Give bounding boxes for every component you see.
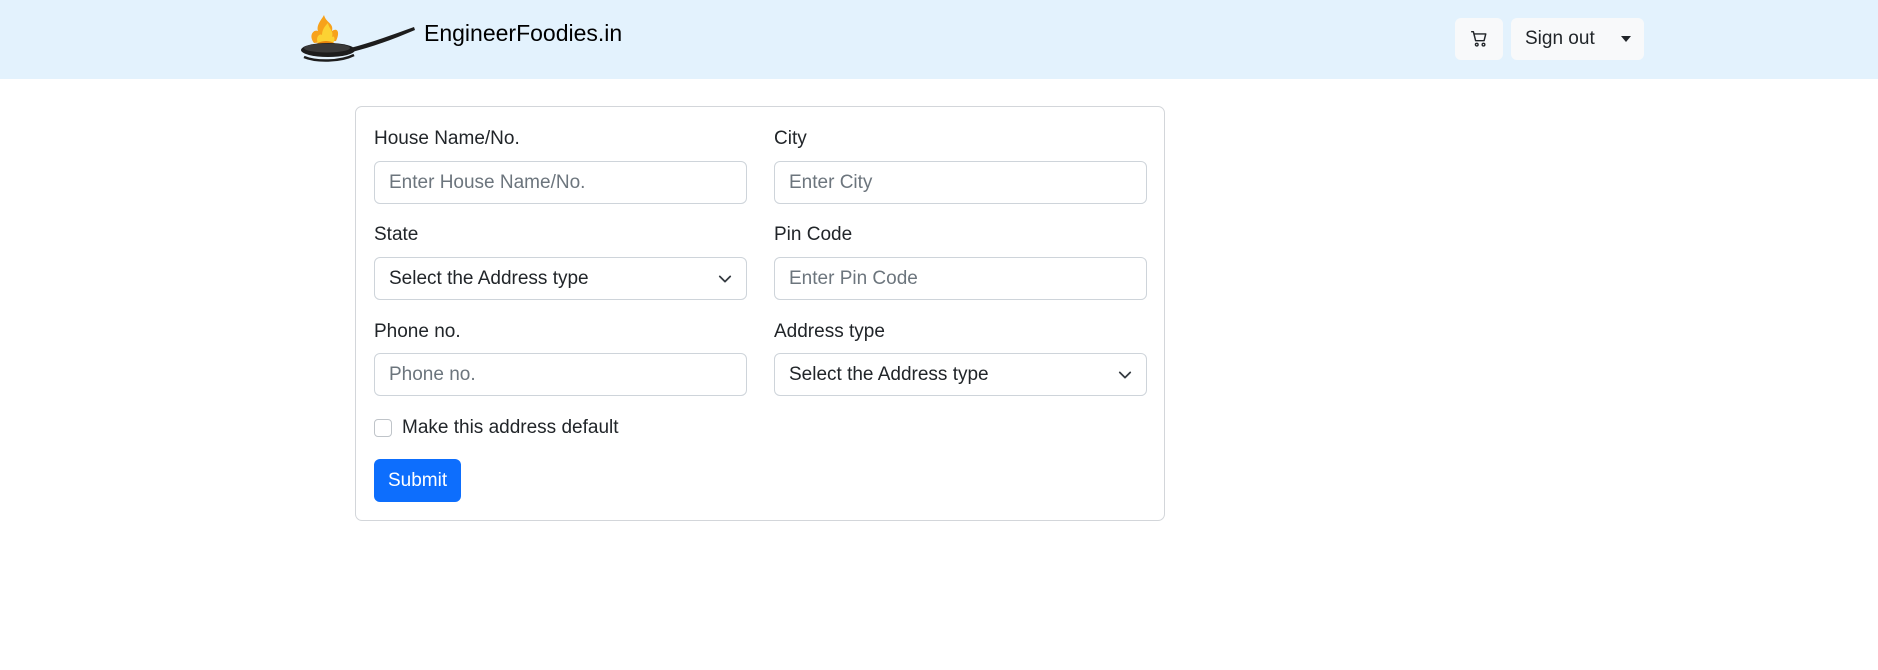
default-address-checkbox[interactable]: [374, 419, 392, 437]
address-form-card: House Name/No. City State Select the Add…: [355, 106, 1165, 521]
caret-down-icon: [1621, 36, 1632, 42]
state-label: State: [374, 224, 419, 245]
address-type-label: Address type: [774, 321, 885, 342]
user-menu-group: Sign out: [1511, 18, 1644, 60]
pincode-label: Pin Code: [774, 224, 853, 245]
brand-link[interactable]: EngineerFoodies.in: [300, 13, 622, 63]
house-label: House Name/No.: [374, 128, 520, 149]
user-menu-dropdown-toggle[interactable]: [1609, 18, 1644, 60]
chevron-down-icon: [1118, 371, 1132, 379]
address-type-select-value: Select the Address type: [789, 363, 989, 385]
chevron-down-icon: [718, 275, 732, 283]
city-label: City: [774, 128, 807, 149]
state-select-value: Select the Address type: [389, 267, 589, 289]
house-name-input[interactable]: [374, 161, 747, 204]
pincode-input[interactable]: [774, 257, 1147, 300]
phone-label: Phone no.: [374, 321, 461, 342]
city-input[interactable]: [774, 161, 1147, 204]
logo-icon: [301, 15, 415, 62]
submit-button[interactable]: Submit: [374, 459, 462, 502]
sign-out-button[interactable]: Sign out: [1511, 18, 1609, 60]
default-address-label[interactable]: Make this address default: [402, 417, 619, 439]
brand-name: EngineerFoodies.in: [424, 20, 623, 46]
cart-button[interactable]: [1455, 18, 1503, 60]
cart-icon: [1471, 30, 1487, 47]
state-select[interactable]: Select the Address type: [374, 257, 747, 300]
default-address-row: Make this address default: [374, 417, 619, 439]
phone-input[interactable]: [374, 353, 747, 396]
navbar: EngineerFoodies.in Sign out: [0, 0, 1878, 79]
address-type-select[interactable]: Select the Address type: [774, 353, 1147, 396]
